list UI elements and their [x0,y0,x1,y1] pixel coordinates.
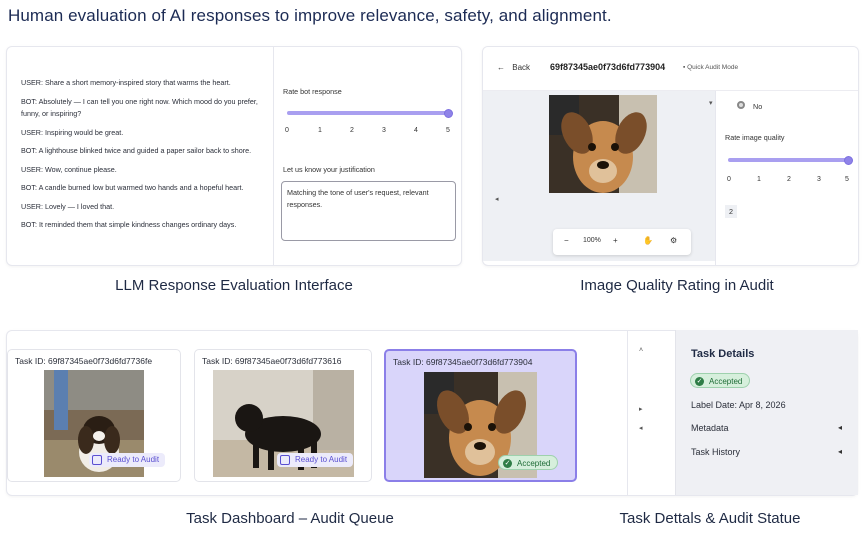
chat-transcript: USER: Share a short memory-inspired stor… [21,77,271,238]
audit-topbar: ← Back 69f87345ae0f73d6fd773904 ▪ Quick … [483,47,858,91]
slider-tick: 5 [845,176,849,183]
task-id: Task ID: 69f87345ae0f73d6fd7736fe [15,356,153,366]
chat-message: USER: Lovely — I loved that. [21,201,115,211]
zoom-out-button[interactable]: − [564,236,569,245]
chat-message: BOT: A lighthouse blinked twice and guid… [21,146,252,155]
dog-image [549,95,657,193]
radio-no[interactable] [737,101,745,109]
caption-image: Image Quality Rating in Audit [580,277,774,294]
task-card-selected[interactable]: Task ID: 69f87345ae0f73d6fd773904 ✓ Acce… [384,349,577,482]
chat-message: USER: Share a short memory-inspired stor… [21,78,231,87]
slider-tick: 1 [318,127,322,134]
task-card[interactable]: Task ID: 69f87345ae0f73d6fd7736fe Ready … [7,349,181,482]
image-rating-slider[interactable] [728,158,848,162]
slider-tick: 2 [787,176,791,183]
task-details-sidebar: Task Details ✓ Accepted Label Date: Apr … [675,330,858,495]
slider-tick: 5 [446,127,450,134]
selected-value-chip: 2 [725,205,737,218]
task-id: Task ID: 69f87345ae0f73d6fd773616 [202,356,342,366]
slider-tick: 3 [382,127,386,134]
settings-gear-icon[interactable]: ⚙ [670,236,677,245]
chat-message: BOT: Absolutely — I can tell you one rig… [21,96,258,119]
llm-evaluation-panel: USER: Share a short memory-inspired stor… [6,46,462,266]
slider-tick: 3 [817,176,821,183]
caption-llm: LLM Response Evaluation Interface [115,277,353,294]
slider-tick: 1 [757,176,761,183]
scroll-left-icon[interactable]: ◂ [639,424,643,432]
edit-icon [280,455,290,465]
status-badge-label: Accepted [517,459,551,468]
metadata-toggle[interactable]: Metadata [691,423,846,433]
scroll-right-icon[interactable]: ▸ [639,405,643,413]
caption-details: Task Dettals & Audit Statue [619,510,801,527]
panel-divider [627,331,628,495]
chat-message: BOT: It reminded them that simple kindne… [21,220,237,229]
image-audit-panel: ← Back 69f87345ae0f73d6fd773904 ▪ Quick … [482,46,859,266]
check-circle-icon: ✓ [695,376,704,386]
slider-tick: 2 [350,127,354,134]
radio-no-label: No [753,102,763,111]
task-history-toggle[interactable]: Task History [691,447,846,457]
panel-divider [273,47,274,265]
task-hash: 69f87345ae0f73d6fd773904 [550,62,666,72]
edit-icon [92,455,102,465]
status-badge-label: Ready to Audit [107,455,160,464]
dog-photo [549,95,657,193]
justification-label: Let us know your justification [283,165,375,174]
status-badge-accepted: ✓ Accepted [498,455,559,470]
rate-bot-label: Rate bot response [283,87,342,96]
metadata-label: Metadata [691,423,729,433]
lock-icon: ▪ [683,64,686,71]
image-rating-slider-handle[interactable] [844,155,853,165]
check-circle-icon: ✓ [503,458,512,468]
bot-rating-slider-handle[interactable] [444,108,453,118]
arrow-left-icon: ← [497,63,505,72]
status-badge: Ready to Audit [89,453,166,467]
task-id: Task ID: 69f87345ae0f73d6fd773904 [393,357,533,367]
status-badge-label: Ready to Audit [295,455,348,464]
caption-dashboard: Task Dashboard – Audit Queue [186,510,394,527]
slider-tick: 4 [414,127,418,134]
bot-rating-slider[interactable] [287,111,449,115]
justification-textarea[interactable]: Matching the tone of user's request, rel… [281,181,456,241]
status-badge: Ready to Audit [277,453,354,467]
slider-tick: 0 [285,127,289,134]
task-card[interactable]: Task ID: 69f87345ae0f73d6fd773616 Ready … [194,349,372,482]
quick-audit-label: Quick Audit Mode [687,64,739,71]
zoom-toolbar: − 100% + ✋ ⚙ [553,229,691,255]
chat-message: USER: Inspiring would be great. [21,127,124,137]
status-label: Accepted [709,377,743,386]
zoom-level: 100% [583,237,601,244]
label-date: Label Date: Apr 8, 2026 [691,400,786,410]
caret-left-icon[interactable]: ◂ [838,423,842,432]
back-label: Back [512,63,531,72]
quick-audit-toggle[interactable]: ▪ Quick Audit Mode [683,64,738,71]
status-badge-accepted: ✓ Accepted [690,373,751,388]
hand-tool-icon[interactable]: ✋ [643,236,653,245]
scroll-left-icon[interactable]: ◂ [495,195,499,203]
panel-divider [715,91,716,265]
collapse-icon[interactable]: ▾ [709,99,713,107]
task-details-title: Task Details [691,348,755,360]
page-headline: Human evaluation of AI responses to impr… [8,6,612,25]
task-history-label: Task History [691,447,741,457]
rate-image-label: Rate image quality [725,133,785,142]
chat-message: USER: Wow, continue please. [21,164,117,174]
chat-message: BOT: A candle burned low but warmed two … [21,183,244,192]
scroll-up-icon[interactable]: ˄ [639,347,643,354]
slider-tick: 0 [727,176,731,183]
back-button[interactable]: ← Back [497,63,530,72]
zoom-in-button[interactable]: + [613,236,618,245]
caret-left-icon[interactable]: ◂ [838,447,842,456]
image-canvas[interactable]: − 100% + ✋ ⚙ ◂ [483,91,715,261]
